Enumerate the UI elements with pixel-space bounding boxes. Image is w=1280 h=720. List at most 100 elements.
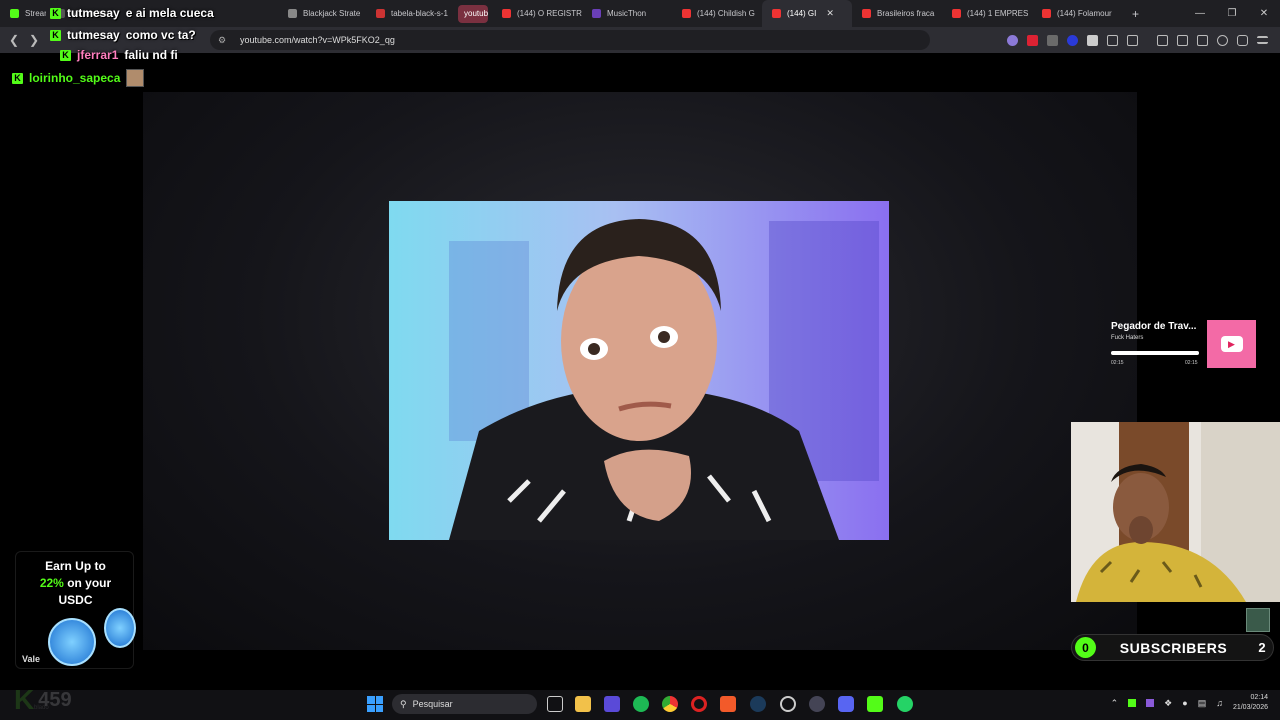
browser-tab[interactable]: (144) Childish G [672, 0, 762, 27]
subscribers-label: SUBSCRIBERS [1119, 639, 1228, 656]
coin-icon [48, 618, 96, 666]
subscribers-count: 0 [1075, 637, 1096, 658]
tab-label: Stream [25, 9, 46, 18]
chat-username: loirinho_sapeca [29, 71, 121, 85]
search-icon: ⚲ [400, 698, 407, 709]
window-controls: — ❐ ✕ [1184, 0, 1280, 27]
tray-app-icon[interactable] [1146, 699, 1155, 707]
browser-tab[interactable]: Brasileiros fraca [852, 0, 942, 27]
network-icon[interactable]: ▤ [1198, 698, 1207, 709]
chat-text: como vc ta? [125, 28, 196, 42]
app-icon[interactable] [780, 696, 796, 712]
microphone-icon[interactable]: ● [1182, 698, 1187, 708]
extension-icon[interactable] [1007, 34, 1018, 46]
steam-icon[interactable] [750, 696, 766, 712]
file-explorer-icon[interactable] [575, 696, 591, 712]
extension-icon[interactable] [1067, 34, 1078, 46]
url-text: youtube.com/watch?v=WPk5FKO2_qg [240, 35, 395, 45]
chat-emote-icon [126, 69, 145, 87]
tab-favicon-icon [376, 9, 385, 18]
browser-tab[interactable]: (144) Folamour [1032, 0, 1122, 27]
tab-label: (144) O REGISTR [517, 9, 582, 18]
track-progress-bar [1111, 351, 1199, 355]
puzzle-icon[interactable] [1107, 34, 1118, 46]
extension-icon[interactable] [1087, 34, 1098, 46]
leo-ai-icon[interactable] [1217, 34, 1228, 46]
chat-text: e ai mela cueca [125, 6, 214, 20]
coin-icon [104, 608, 136, 648]
chat-message: K loirinho_sapeca [12, 69, 145, 87]
kick-badge-icon: K [50, 29, 61, 41]
tab-favicon-icon [502, 9, 511, 18]
now-playing-widget: Pegador de Trav... Fuck Haters 02:15 02:… [1108, 318, 1260, 370]
chat-username: tutmesay [67, 28, 120, 42]
spotify-icon[interactable] [633, 696, 649, 712]
chevron-up-icon[interactable]: ⌃ [1111, 698, 1119, 709]
tab-label: (144) Childish G [697, 9, 755, 18]
album-cover: ▶ [1207, 320, 1256, 368]
music-icon[interactable] [1157, 34, 1168, 46]
opera-icon[interactable] [691, 696, 707, 712]
volume-icon[interactable]: ♫ [1216, 698, 1223, 708]
browser-tab[interactable]: Stream [0, 0, 46, 27]
address-bar[interactable]: ⚙ youtube.com/watch?v=WPk5FKO2_qg [210, 30, 930, 50]
stream-logo-icon [1246, 608, 1270, 632]
browser-tab[interactable]: (144) 1 EMPRES [942, 0, 1032, 27]
tray-app-icon[interactable] [1128, 699, 1137, 707]
taskbar-clock[interactable]: 02:14 21/03/2026 [1233, 693, 1268, 713]
new-tab-button[interactable]: + [1122, 0, 1149, 27]
browser-tab[interactable]: (144) GI ✕ [762, 0, 852, 27]
apps-icon[interactable] [604, 696, 620, 712]
promo-banner: Earn Up to 22% on your USDC Vale [15, 551, 136, 669]
kick-badge-icon: K [12, 72, 23, 84]
extension-icon[interactable] [1047, 34, 1058, 46]
chat-message: K tutmesay como vc ta? [50, 28, 196, 42]
webcam-overlay [1071, 422, 1280, 602]
tab-label: MusicThon [607, 9, 647, 18]
chat-text: faliu nd fi [124, 48, 178, 62]
browser-tab[interactable]: MusicThon [582, 0, 672, 27]
promo-footer: Vale [22, 654, 41, 664]
maximize-icon[interactable]: ❐ [1216, 8, 1248, 19]
tab-favicon-icon [952, 9, 961, 18]
browser-tab[interactable]: youtube [458, 4, 488, 23]
tab-favicon-icon [1042, 9, 1051, 18]
video-frame [389, 201, 889, 540]
screenshot-icon[interactable] [1127, 34, 1138, 46]
app-icon[interactable] [809, 696, 825, 712]
tab-favicon-icon [10, 9, 19, 18]
kick-app-icon[interactable] [867, 696, 883, 712]
taskbar-search[interactable]: ⚲ Pesquisar [392, 694, 537, 714]
browser-tab[interactable]: Blackjack Strate [278, 0, 366, 27]
site-info-icon[interactable]: ⚙ [218, 35, 228, 46]
track-elapsed: 02:15 [1111, 360, 1124, 366]
extension-icon[interactable] [1027, 34, 1038, 46]
brave-icon[interactable] [720, 696, 736, 712]
youtube-play-icon: ▶ [1220, 336, 1243, 352]
chat-username: tutmesay [67, 6, 120, 20]
vpn-icon[interactable] [1237, 34, 1248, 46]
chat-username: jferrar1 [77, 48, 119, 62]
whatsapp-icon[interactable] [897, 696, 913, 712]
close-icon[interactable]: ✕ [1248, 8, 1280, 19]
bluetooth-icon[interactable]: ❖ [1164, 698, 1172, 709]
track-artist: Fuck Haters [1111, 335, 1144, 341]
sidebar-icon[interactable] [1177, 34, 1188, 46]
tab-label: youtube [464, 9, 488, 18]
minimize-icon[interactable]: — [1184, 8, 1216, 19]
browser-tab[interactable]: tabela-black-s-1 [366, 0, 454, 27]
chrome-icon[interactable] [662, 696, 678, 712]
search-placeholder: Pesquisar [412, 699, 453, 709]
system-tray: ⌃ ❖ ● ▤ ♫ 02:14 21/03/2026 [1111, 693, 1268, 713]
forward-icon[interactable]: ❯ [24, 33, 44, 47]
kick-badge-icon: K [50, 7, 61, 19]
extensions-toolbar [1007, 27, 1268, 53]
back-icon[interactable]: ❮ [4, 33, 24, 47]
task-view-icon[interactable] [547, 696, 563, 712]
close-tab-icon[interactable]: ✕ [826, 8, 834, 19]
windows-start-icon[interactable] [367, 696, 383, 712]
wallet-icon[interactable] [1197, 34, 1208, 46]
menu-icon[interactable] [1257, 36, 1268, 44]
discord-icon[interactable] [838, 696, 854, 712]
browser-tab[interactable]: (144) O REGISTR [492, 0, 582, 27]
